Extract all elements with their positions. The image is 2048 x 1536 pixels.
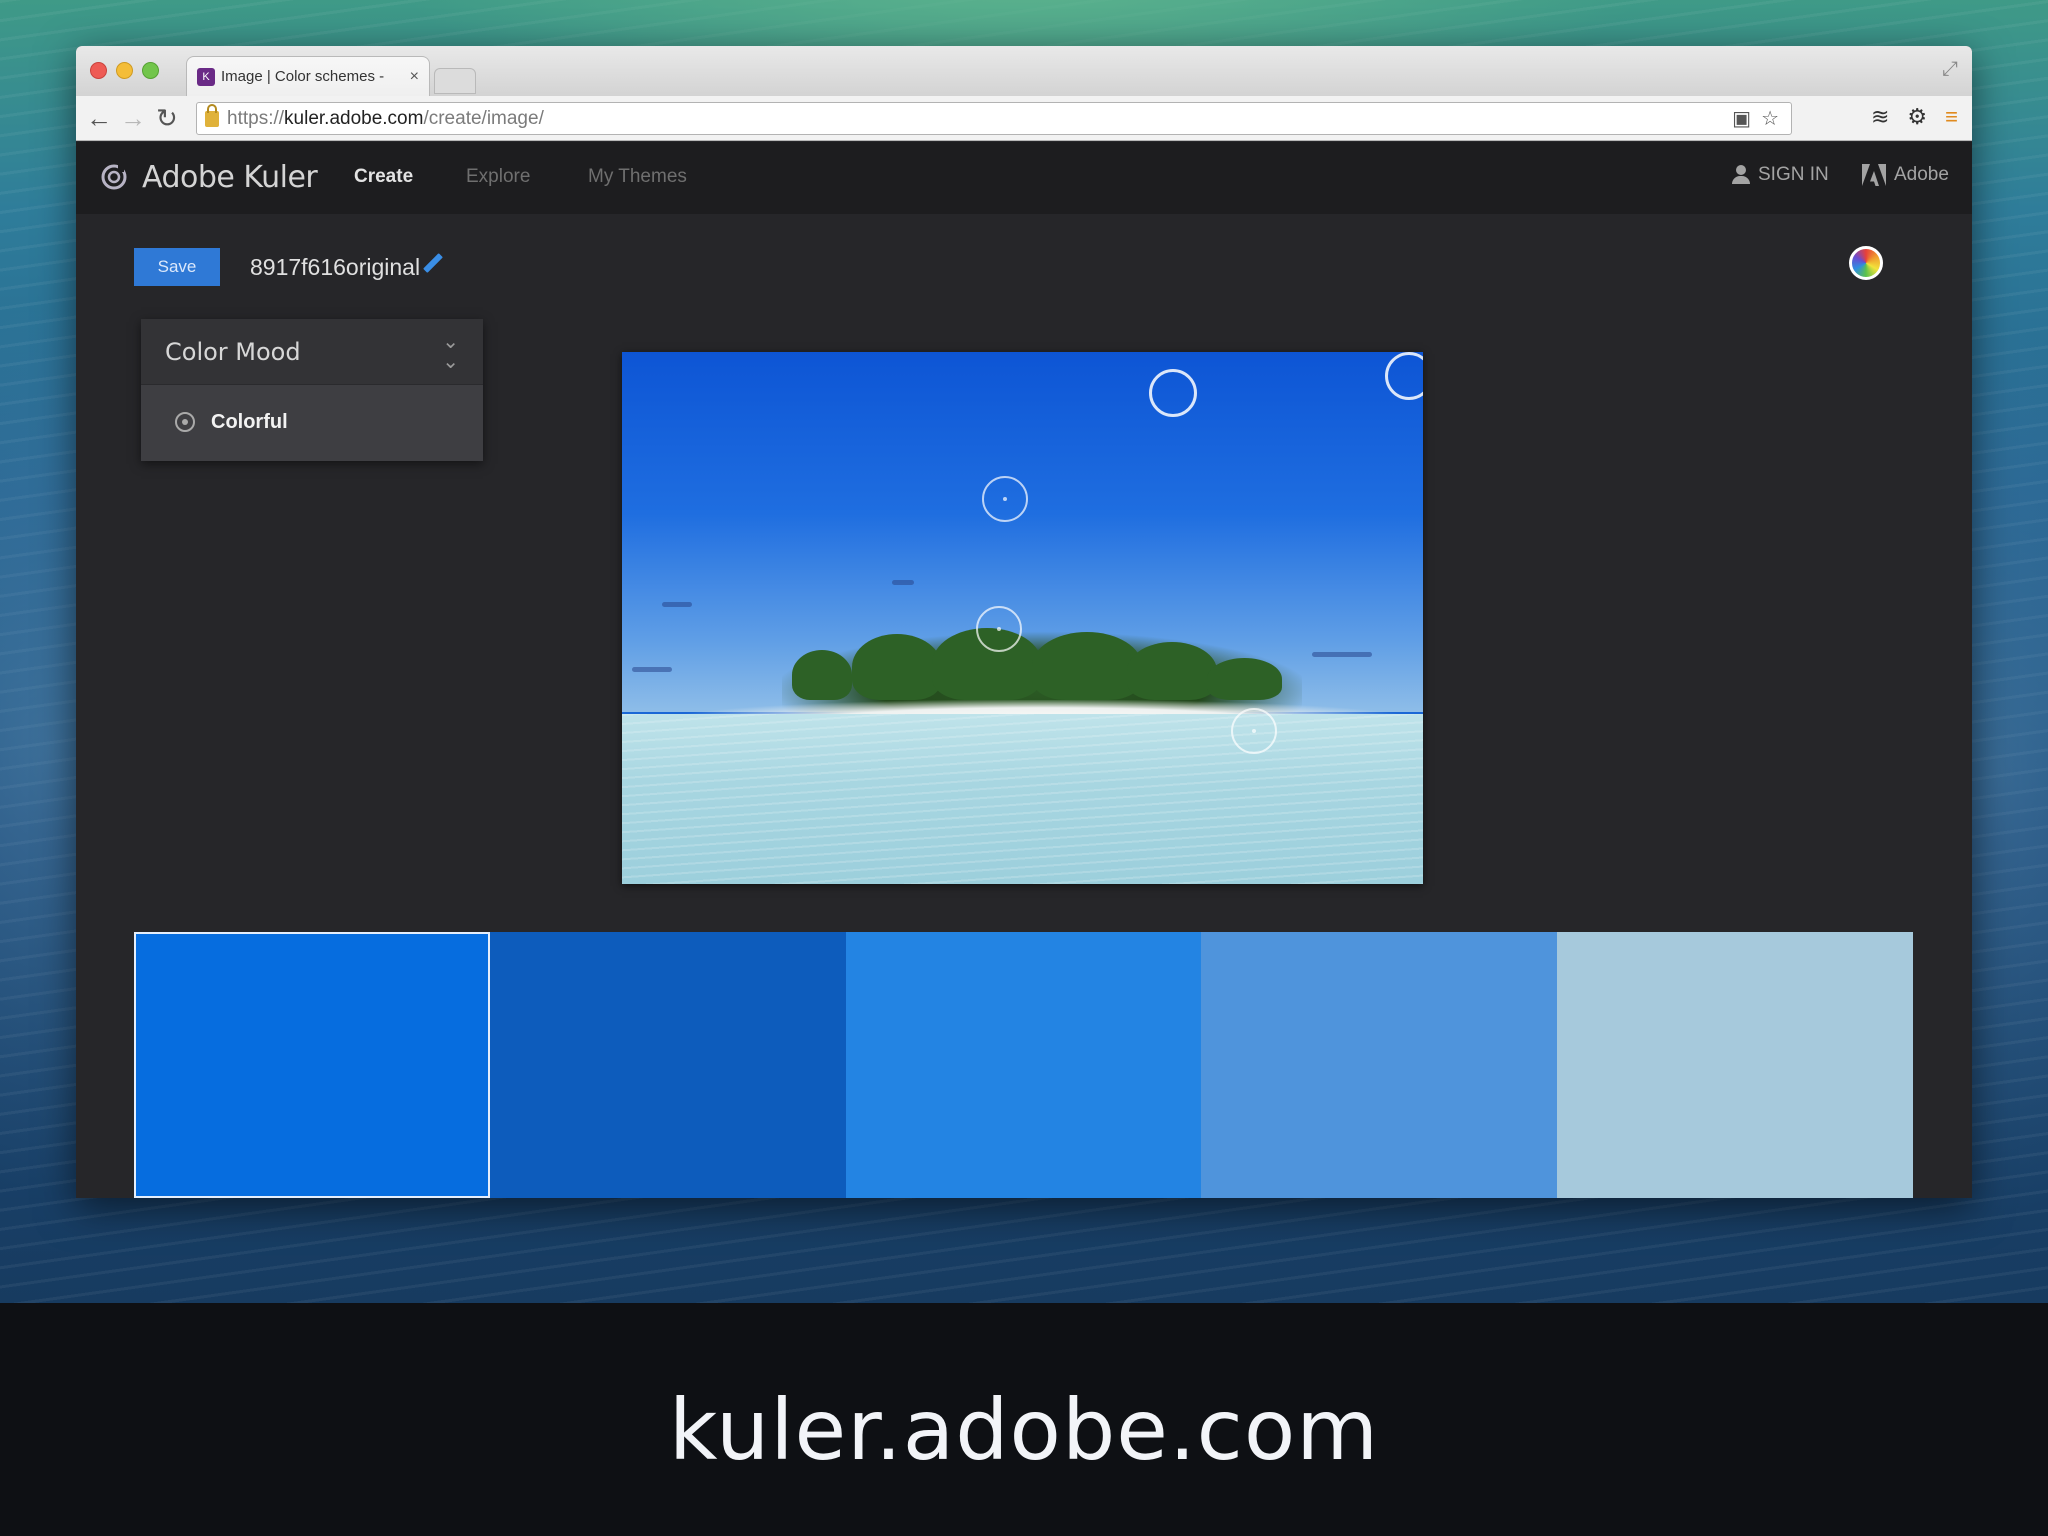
sample-point-4[interactable] — [976, 606, 1022, 652]
browser-tab[interactable]: K Image | Color schemes - × — [186, 56, 430, 96]
sample-point-5[interactable] — [1231, 708, 1277, 754]
image-water — [622, 714, 1423, 884]
close-window-button[interactable] — [90, 62, 107, 79]
sample-dot — [997, 627, 1001, 631]
sample-dot — [1003, 497, 1007, 501]
swatch-3[interactable] — [845, 932, 1202, 1198]
sign-in-link[interactable]: SIGN IN — [1732, 164, 1829, 186]
nav-create[interactable]: Create — [354, 166, 413, 188]
back-arrow-icon[interactable]: ← — [86, 102, 112, 134]
color-swatches — [134, 932, 1913, 1198]
app-header: Adobe Kuler Create Explore My Themes SIG… — [76, 142, 1972, 214]
image-tree — [1127, 642, 1217, 700]
image-cloud — [1312, 652, 1372, 657]
page-action-icon[interactable]: ▣ — [1732, 106, 1751, 131]
zoom-window-button[interactable] — [142, 62, 159, 79]
url-scheme: https:// — [227, 107, 285, 129]
fullscreen-icon[interactable]: ⤢ — [1942, 58, 1958, 81]
user-icon — [1732, 165, 1750, 185]
layers-extension-icon[interactable]: ≋ — [1871, 104, 1889, 130]
tab-close-icon[interactable]: × — [410, 68, 419, 86]
brand-name[interactable]: Adobe Kuler — [142, 160, 318, 195]
minimize-window-button[interactable] — [116, 62, 133, 79]
image-cloud — [662, 602, 692, 607]
title-bar: K Image | Color schemes - × ⤢ — [76, 46, 1972, 96]
swatch-4[interactable] — [1201, 932, 1558, 1198]
sample-point-1[interactable] — [1149, 369, 1197, 417]
adobe-link[interactable]: Adobe — [1862, 164, 1949, 186]
browser-toolbar: ← → ↻ https:// kuler.adobe.com /create/i… — [76, 96, 1972, 141]
kuler-logo-icon — [101, 164, 127, 190]
swatch-2[interactable] — [489, 932, 846, 1198]
color-mood-title: Color Mood — [165, 337, 301, 366]
color-mood-panel: Color Mood ⌄ ⌄ Colorful — [141, 319, 483, 461]
sample-dot — [1252, 729, 1256, 733]
adobe-logo-icon — [1862, 164, 1886, 186]
save-button[interactable]: Save — [134, 248, 220, 286]
forward-arrow-icon[interactable]: → — [120, 102, 146, 134]
mood-option-colorful[interactable]: Colorful — [141, 385, 483, 459]
editor-content: Save 8917f616original Color Mood ⌄ ⌄ Colo… — [76, 214, 1972, 1198]
color-mood-header[interactable]: Color Mood ⌄ ⌄ — [141, 319, 483, 385]
nav-explore[interactable]: Explore — [466, 166, 530, 188]
image-tree — [1032, 632, 1142, 700]
sign-in-label: SIGN IN — [1758, 164, 1829, 185]
slide-caption: kuler.adobe.com — [668, 1381, 1380, 1479]
url-path: /create/image/ — [423, 107, 544, 129]
tab-title: Image | Color schemes - — [221, 68, 385, 85]
address-bar[interactable]: https:// kuler.adobe.com /create/image/ … — [196, 102, 1792, 135]
new-tab-button[interactable] — [434, 68, 476, 94]
sample-point-3[interactable] — [982, 476, 1028, 522]
image-cloud — [632, 667, 672, 672]
radio-icon[interactable] — [175, 412, 195, 432]
swatch-1[interactable] — [134, 932, 490, 1198]
nav-my-themes[interactable]: My Themes — [588, 166, 687, 188]
lock-icon — [205, 103, 219, 127]
swatch-5[interactable] — [1557, 932, 1913, 1198]
reload-icon[interactable]: ↻ — [156, 102, 178, 134]
browser-window: K Image | Color schemes - × ⤢ ← → ↻ http… — [76, 46, 1972, 1198]
chevron-down-icon[interactable]: ⌄ ⌄ — [442, 332, 459, 372]
source-image[interactable] — [622, 352, 1423, 884]
theme-name[interactable]: 8917f616original — [250, 254, 420, 281]
extension-icon[interactable]: ⚙ — [1907, 104, 1927, 130]
image-tree — [852, 634, 942, 700]
edit-pencil-icon[interactable] — [423, 253, 443, 273]
image-cloud — [892, 580, 914, 585]
kuler-favicon-icon: K — [197, 67, 215, 86]
chrome-menu-icon[interactable]: ≡ — [1945, 104, 1958, 130]
url-host: kuler.adobe.com — [284, 107, 424, 129]
image-tree — [792, 650, 852, 700]
image-tree — [1207, 658, 1282, 700]
bookmark-star-icon[interactable]: ☆ — [1761, 106, 1779, 131]
color-wheel-icon[interactable] — [1849, 246, 1883, 280]
mood-option-label: Colorful — [211, 410, 288, 433]
adobe-label: Adobe — [1894, 164, 1949, 185]
